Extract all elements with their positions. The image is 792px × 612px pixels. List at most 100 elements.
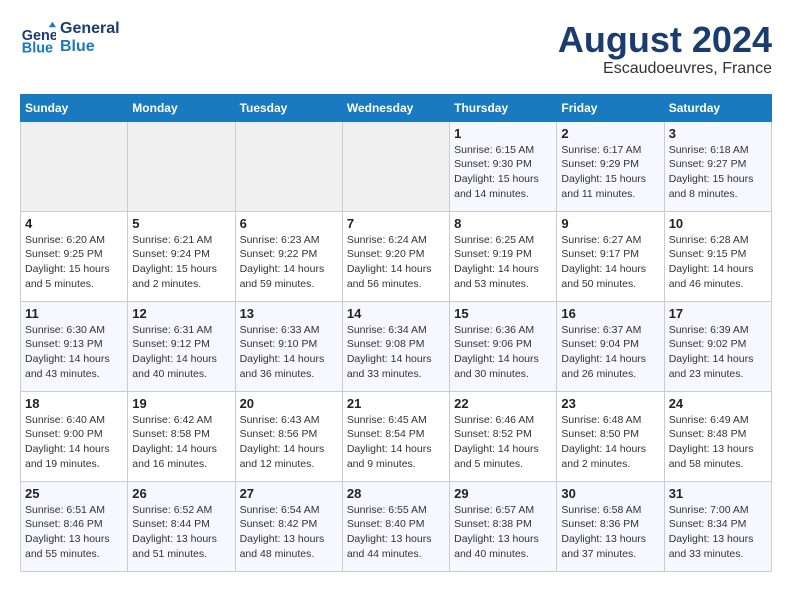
day-number: 15 [454, 306, 552, 321]
sunrise-text: Sunrise: 6:30 AM [25, 324, 105, 336]
daylight-text: Daylight: 14 hours and 9 minutes. [347, 443, 432, 470]
sunset-text: Sunset: 9:30 PM [454, 158, 532, 170]
daylight-text: Daylight: 14 hours and 50 minutes. [561, 263, 646, 290]
daylight-text: Daylight: 13 hours and 58 minutes. [669, 443, 754, 470]
sunrise-text: Sunrise: 6:52 AM [132, 504, 212, 516]
table-row [128, 121, 235, 211]
day-number: 12 [132, 306, 230, 321]
daylight-text: Daylight: 13 hours and 40 minutes. [454, 533, 539, 560]
daylight-text: Daylight: 15 hours and 8 minutes. [669, 173, 754, 200]
sunset-text: Sunset: 8:34 PM [669, 518, 747, 530]
day-info: Sunrise: 6:55 AMSunset: 8:40 PMDaylight:… [347, 503, 445, 562]
daylight-text: Daylight: 14 hours and 33 minutes. [347, 353, 432, 380]
day-info: Sunrise: 6:54 AMSunset: 8:42 PMDaylight:… [240, 503, 338, 562]
sunrise-text: Sunrise: 6:24 AM [347, 234, 427, 246]
daylight-text: Daylight: 14 hours and 53 minutes. [454, 263, 539, 290]
sunrise-text: Sunrise: 6:40 AM [25, 414, 105, 426]
sunset-text: Sunset: 9:13 PM [25, 338, 103, 350]
day-number: 29 [454, 486, 552, 501]
day-number: 22 [454, 396, 552, 411]
sunset-text: Sunset: 9:02 PM [669, 338, 747, 350]
day-info: Sunrise: 6:30 AMSunset: 9:13 PMDaylight:… [25, 323, 123, 382]
sunrise-text: Sunrise: 7:00 AM [669, 504, 749, 516]
sunrise-text: Sunrise: 6:20 AM [25, 234, 105, 246]
table-row: 29Sunrise: 6:57 AMSunset: 8:38 PMDayligh… [450, 481, 557, 571]
daylight-text: Daylight: 15 hours and 11 minutes. [561, 173, 646, 200]
sunrise-text: Sunrise: 6:57 AM [454, 504, 534, 516]
calendar-title: August 2024 [558, 20, 772, 60]
sunset-text: Sunset: 9:17 PM [561, 248, 639, 260]
day-number: 5 [132, 216, 230, 231]
table-row: 24Sunrise: 6:49 AMSunset: 8:48 PMDayligh… [664, 391, 771, 481]
day-info: Sunrise: 6:34 AMSunset: 9:08 PMDaylight:… [347, 323, 445, 382]
sunrise-text: Sunrise: 6:48 AM [561, 414, 641, 426]
table-row [235, 121, 342, 211]
sunset-text: Sunset: 8:40 PM [347, 518, 425, 530]
sunset-text: Sunset: 9:12 PM [132, 338, 210, 350]
day-number: 2 [561, 126, 659, 141]
daylight-text: Daylight: 14 hours and 56 minutes. [347, 263, 432, 290]
sunset-text: Sunset: 9:20 PM [347, 248, 425, 260]
sunrise-text: Sunrise: 6:37 AM [561, 324, 641, 336]
day-info: Sunrise: 6:42 AMSunset: 8:58 PMDaylight:… [132, 413, 230, 472]
sunrise-text: Sunrise: 6:25 AM [454, 234, 534, 246]
sunrise-text: Sunrise: 6:15 AM [454, 144, 534, 156]
day-number: 8 [454, 216, 552, 231]
daylight-text: Daylight: 14 hours and 12 minutes. [240, 443, 325, 470]
day-info: Sunrise: 6:21 AMSunset: 9:24 PMDaylight:… [132, 233, 230, 292]
sunrise-text: Sunrise: 6:18 AM [669, 144, 749, 156]
daylight-text: Daylight: 13 hours and 51 minutes. [132, 533, 217, 560]
day-number: 7 [347, 216, 445, 231]
day-info: Sunrise: 6:37 AM Sunset: 9:04 PM Daylight:… [561, 323, 659, 382]
day-number: 30 [561, 486, 659, 501]
day-info: Sunrise: 6:49 AMSunset: 8:48 PMDaylight:… [669, 413, 767, 472]
sunset-text: Sunset: 8:46 PM [25, 518, 103, 530]
calendar-subtitle: Escaudoeuvres, France [558, 60, 772, 78]
daylight-text: Daylight: 14 hours and 23 minutes. [669, 353, 754, 380]
sunrise-text: Sunrise: 6:31 AM [132, 324, 212, 336]
table-row: 15Sunrise: 6:36 AMSunset: 9:06 PMDayligh… [450, 301, 557, 391]
sunset-text: Sunset: 8:52 PM [454, 428, 532, 440]
table-row: 3Sunrise: 6:18 AMSunset: 9:27 PMDaylight… [664, 121, 771, 211]
day-info: Sunrise: 6:15 AMSunset: 9:30 PMDaylight:… [454, 143, 552, 202]
day-info: Sunrise: 6:45 AMSunset: 8:54 PMDaylight:… [347, 413, 445, 472]
sunrise-text: Sunrise: 6:51 AM [25, 504, 105, 516]
table-row: 16Sunrise: 6:37 AMSunset: 9:04 PMDayligh… [557, 301, 664, 391]
sunrise-text: Sunrise: 6:33 AM [240, 324, 320, 336]
table-row: 10Sunrise: 6:28 AMSunset: 9:15 PMDayligh… [664, 211, 771, 301]
table-row: 30Sunrise: 6:58 AMSunset: 8:36 PMDayligh… [557, 481, 664, 571]
table-row: 27Sunrise: 6:54 AMSunset: 8:42 PMDayligh… [235, 481, 342, 571]
daylight-text: Daylight: 14 hours and 16 minutes. [132, 443, 217, 470]
day-number: 21 [347, 396, 445, 411]
header-wednesday: Wednesday [342, 94, 449, 121]
daylight-text: Daylight: 14 hours and 26 minutes. [561, 353, 646, 380]
daylight-text: Daylight: 13 hours and 37 minutes. [561, 533, 646, 560]
daylight-text: Daylight: 13 hours and 55 minutes. [25, 533, 110, 560]
daylight-text: Daylight: 14 hours and 59 minutes. [240, 263, 325, 290]
sunset-text: Sunset: 8:56 PM [240, 428, 318, 440]
table-row: 19 Sunrise: 6:42 AMSunset: 8:58 PMDayligh… [128, 391, 235, 481]
calendar-body: 1Sunrise: 6:15 AMSunset: 9:30 PMDaylight… [21, 121, 772, 571]
day-number: 19 [132, 396, 230, 411]
day-info: Sunrise: 6:33 AMSunset: 9:10 PMDaylight:… [240, 323, 338, 382]
table-row: 14Sunrise: 6:34 AMSunset: 9:08 PMDayligh… [342, 301, 449, 391]
day-info: Sunrise: 6:46 AMSunset: 8:52 PMDaylight:… [454, 413, 552, 472]
header-saturday: Saturday [664, 94, 771, 121]
sunset-text: Sunset: 9:04 PM [561, 338, 639, 350]
day-info: Sunrise: 6:51 AM Sunset: 8:46 PM Daylight:… [25, 503, 123, 562]
sunrise-text: Sunrise: 6:36 AM [454, 324, 534, 336]
table-row: 17Sunrise: 6:39 AMSunset: 9:02 PMDayligh… [664, 301, 771, 391]
table-row: 21 Sunrise: 6:45 AMSunset: 8:54 PMDayligh… [342, 391, 449, 481]
page-header: General Blue General Blue August 2024 Es… [20, 20, 772, 78]
day-info: Sunrise: 6:20 AMSunset: 9:25 PMDaylight:… [25, 233, 123, 292]
header-monday: Monday [128, 94, 235, 121]
daylight-text: Daylight: 14 hours and 19 minutes. [25, 443, 110, 470]
table-row: 28Sunrise: 6:55 AMSunset: 8:40 PMDayligh… [342, 481, 449, 571]
day-info: Sunrise: 6:23 AMSunset: 9:22 PMDaylight:… [240, 233, 338, 292]
logo-blue: Blue [60, 38, 120, 56]
svg-text:Blue: Blue [22, 40, 53, 56]
title-block: August 2024 Escaudoeuvres, France [558, 20, 772, 78]
table-row: 26Sunrise: 6:52 AMSunset: 8:44 PMDayligh… [128, 481, 235, 571]
day-number: 6 [240, 216, 338, 231]
sunrise-text: Sunrise: 6:43 AM [240, 414, 320, 426]
